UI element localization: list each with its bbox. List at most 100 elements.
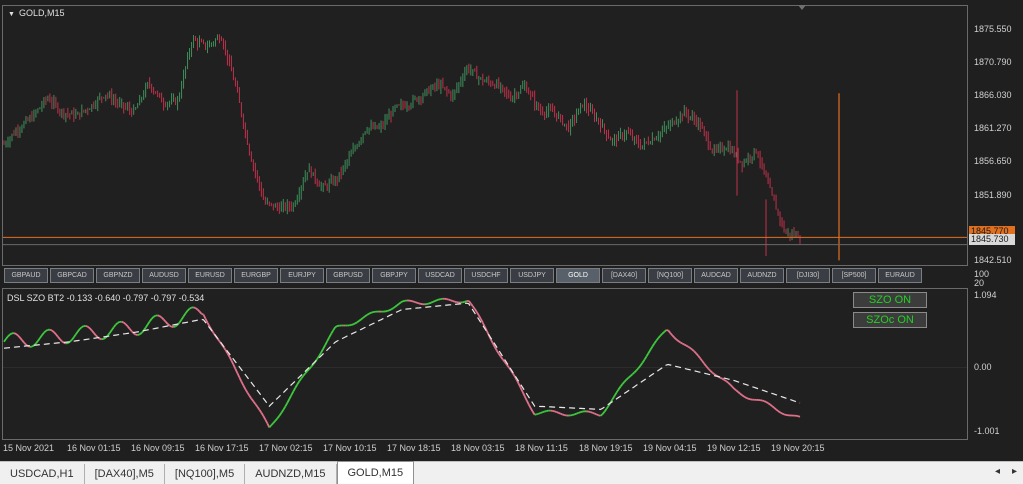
szo-line-segment [286, 398, 291, 404]
szo-line-segment [767, 402, 771, 406]
szo-line-segment [671, 334, 675, 339]
szo-line-segment [292, 387, 297, 393]
scroll-left-icon[interactable]: ◂ [995, 466, 1000, 477]
szo-line-segment [322, 344, 326, 350]
szo-line-segment [691, 348, 695, 353]
szo-line-segment [781, 412, 785, 416]
szo-line-segment [368, 311, 372, 315]
szo-line-segment [164, 321, 169, 325]
szo-line-segment [193, 306, 196, 309]
szo-line-segment [15, 333, 19, 337]
szo-line-segment [414, 301, 418, 304]
szo-line-segment [562, 413, 565, 416]
szo-line-segment [633, 369, 638, 374]
chart-tab[interactable]: AUDNZD,M15 [245, 464, 337, 484]
szo-line-segment [657, 335, 662, 339]
szo-line-segment [500, 356, 504, 360]
szo-line-segment [615, 389, 620, 394]
chart-tab[interactable]: [NQ100],M5 [165, 464, 246, 484]
szo-line-segment [470, 303, 474, 307]
chart-tab[interactable]: [DAX40],M5 [85, 464, 165, 484]
szo-line-segment [144, 324, 149, 329]
szo-line-segment [667, 329, 672, 334]
scroll-right-icon[interactable]: ▸ [1012, 466, 1017, 477]
time-label: 16 Nov 01:15 [67, 443, 121, 453]
szo-line-segment [418, 302, 422, 305]
szo-line-segment [386, 309, 390, 312]
szo-line-segment [729, 383, 733, 388]
szo-line-segment [745, 396, 749, 400]
szo-line-segment [709, 370, 713, 374]
szo-line-segment [39, 334, 43, 339]
szo-line-segment [248, 395, 253, 400]
oscillator-tick-label: 1.094 [974, 290, 997, 300]
chart-tab[interactable]: USDCAD,H1 [0, 464, 85, 484]
szo-line-segment [601, 411, 606, 415]
szo-line-segment [542, 410, 545, 414]
tab-scroll-arrows: ◂ ▸ [995, 466, 1017, 477]
szo-line-segment [529, 407, 534, 412]
chart-tab[interactable]: GOLD,M15 [336, 461, 415, 484]
szo-line-segment [117, 321, 121, 324]
szo-line-segment [189, 306, 192, 310]
time-label: 19 Nov 12:15 [707, 443, 761, 453]
szo-line-segment [77, 328, 81, 333]
szo-line-segment [49, 328, 53, 332]
time-label: 17 Nov 18:15 [387, 443, 441, 453]
szo-line-segment [400, 300, 404, 304]
szo-line-segment [81, 325, 85, 328]
time-label: 18 Nov 03:15 [451, 443, 505, 453]
szo-line-segment [85, 325, 89, 328]
szo-line-segment [162, 318, 167, 323]
szo-line-segment [590, 411, 593, 414]
szo-line-segment [450, 299, 454, 302]
szo-line-segment [592, 411, 595, 415]
szo-line-segment [5, 335, 9, 340]
szo-line-segment [695, 352, 699, 357]
szo-line-segment [180, 315, 185, 321]
szo-line-segment [517, 383, 522, 389]
szo-line-segment [489, 338, 494, 344]
szo-line-segment [201, 312, 204, 316]
szo-line-segment [574, 412, 577, 416]
szo-line-segment [3, 338, 7, 343]
szo-line-segment [252, 400, 257, 405]
szo-line-segment [19, 337, 23, 341]
oscillator-scale: 1.094 0.00 -1.001 [968, 0, 1023, 442]
szo-line-segment [153, 314, 157, 318]
szo-line-segment [228, 356, 233, 361]
szoc-on-button[interactable]: SZOc ON [853, 312, 927, 328]
szo-line-segment [99, 337, 103, 341]
szo-line-segment [739, 392, 743, 396]
szo-line-segment [773, 407, 777, 411]
szo-line-segment [37, 337, 41, 342]
szo-line-segment [133, 332, 137, 336]
szo-line-segment [472, 305, 476, 310]
szo-line-segment [511, 372, 516, 377]
szo-line-segment [244, 388, 249, 394]
szo-line-segment [186, 308, 191, 312]
szo-line-segment [55, 333, 59, 338]
szo-line-segment [495, 350, 500, 355]
szo-line-segment [519, 387, 524, 393]
szo-line-segment [775, 408, 779, 412]
szo-line-segment [735, 389, 739, 393]
szo-line-segment [797, 415, 801, 418]
szo-line-segment [558, 412, 561, 415]
szo-line-segment [206, 322, 211, 327]
szo-line-segment [777, 410, 781, 414]
szo-line-segment [412, 300, 416, 303]
szo-line-segment [611, 395, 616, 400]
szo-line-segment [250, 398, 255, 402]
szo-line-segment [242, 385, 247, 390]
szo-line-segment [202, 314, 207, 320]
szo-line-segment [108, 329, 113, 334]
time-label: 16 Nov 17:15 [195, 443, 249, 453]
szo-on-button[interactable]: SZO ON [853, 292, 927, 308]
szo-line-segment [150, 316, 155, 320]
szo-line-segment [434, 299, 438, 302]
szo-line-segment [625, 377, 630, 381]
szo-line-segment [166, 323, 171, 327]
szo-line-segment [683, 343, 687, 347]
szo-line-segment [763, 400, 767, 403]
